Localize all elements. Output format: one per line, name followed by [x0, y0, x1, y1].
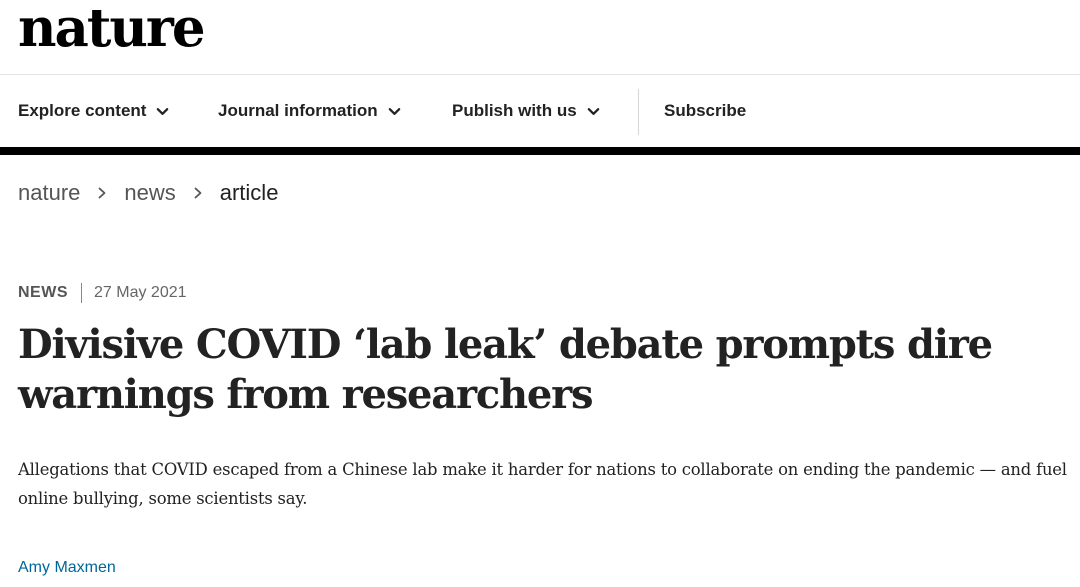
article-author[interactable]: Amy Maxmen	[18, 559, 116, 577]
article-title: Divisive COVID ‘lab leak’ debate prompts…	[18, 321, 993, 418]
breadcrumb: nature news article	[18, 180, 278, 206]
nav-subscribe-label: Subscribe	[664, 101, 747, 120]
nav-publish-with-us[interactable]: Publish with us	[452, 75, 601, 147]
chevron-right-icon	[98, 187, 106, 199]
breadcrumb-news[interactable]: news	[124, 180, 175, 206]
chevron-down-icon	[157, 107, 169, 115]
meta-separator	[81, 283, 82, 303]
article-meta: NEWS 27 May 2021	[18, 283, 187, 303]
nature-logo[interactable]: nature	[18, 2, 206, 55]
nav-journal-information[interactable]: Journal information	[218, 75, 402, 147]
chevron-right-icon	[194, 187, 202, 199]
chevron-down-icon	[388, 107, 400, 115]
nav-explore-content[interactable]: Explore content	[18, 75, 170, 147]
nav-explore-content-label: Explore content	[18, 101, 147, 120]
chevron-down-icon	[587, 107, 599, 115]
article-type[interactable]: NEWS	[18, 284, 68, 302]
article-standfirst: Allegations that COVID escaped from a Ch…	[18, 460, 1067, 508]
breadcrumb-article: article	[219, 180, 279, 205]
nav-publish-with-us-label: Publish with us	[452, 101, 577, 120]
nav-subscribe[interactable]: Subscribe	[664, 75, 746, 147]
nav-journal-information-label: Journal information	[218, 101, 378, 120]
main-navigation: Explore content Journal information Publ…	[0, 75, 1080, 147]
site-header: nature	[0, 0, 1080, 75]
breadcrumb-nature[interactable]: nature	[18, 180, 80, 206]
header-rule	[0, 147, 1080, 155]
article-date: 27 May 2021	[94, 284, 187, 301]
nav-divider	[638, 89, 639, 135]
